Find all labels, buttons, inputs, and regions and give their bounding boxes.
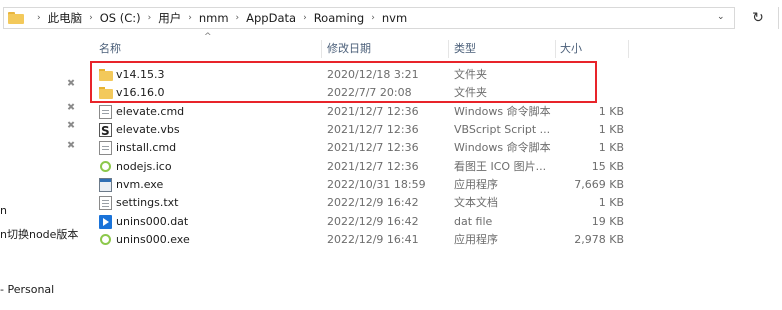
file-type: 应用程序 bbox=[454, 233, 498, 246]
column-divider[interactable] bbox=[321, 40, 322, 58]
file-row[interactable]: nvm.exe 2022/10/31 18:59 应用程序 7,669 KB bbox=[96, 176, 626, 194]
chevron-right-icon[interactable]: › bbox=[236, 13, 240, 23]
breadcrumb-item[interactable]: AppData bbox=[246, 11, 296, 25]
vbs-script-icon: S bbox=[99, 123, 112, 138]
nav-item[interactable]: - Personal bbox=[0, 283, 54, 296]
file-name: unins000.dat bbox=[116, 215, 189, 228]
column-divider[interactable] bbox=[448, 40, 449, 58]
column-divider[interactable] bbox=[628, 40, 629, 58]
file-size: 1 KB bbox=[598, 123, 624, 136]
breadcrumb: › 此电脑 › OS (C:) › 用户 › nmm › AppData › R… bbox=[30, 10, 407, 26]
file-row[interactable]: elevate.cmd 2021/12/7 12:36 Windows 命令脚本… bbox=[96, 103, 626, 121]
address-bar[interactable]: › 此电脑 › OS (C:) › 用户 › nmm › AppData › R… bbox=[3, 7, 735, 29]
chevron-right-icon[interactable]: › bbox=[37, 13, 41, 23]
file-date: 2022/12/9 16:42 bbox=[327, 215, 419, 228]
file-row[interactable]: install.cmd 2021/12/7 12:36 Windows 命令脚本… bbox=[96, 139, 626, 157]
chevron-right-icon[interactable]: › bbox=[89, 13, 93, 23]
file-type: 看图王 ICO 图片... bbox=[454, 160, 547, 173]
column-header-date[interactable]: 修改日期 bbox=[327, 38, 371, 60]
file-name: nodejs.ico bbox=[116, 160, 172, 173]
refresh-icon[interactable]: ↻ bbox=[748, 8, 768, 28]
file-date: 2021/12/7 12:36 bbox=[327, 105, 419, 118]
breadcrumb-item[interactable]: Roaming bbox=[314, 11, 365, 25]
file-size: 15 KB bbox=[591, 160, 624, 173]
file-name: elevate.vbs bbox=[116, 123, 180, 136]
breadcrumb-item[interactable]: nvm bbox=[382, 11, 407, 25]
file-size: 19 KB bbox=[591, 215, 624, 228]
nav-item[interactable]: n bbox=[0, 204, 7, 217]
file-type: Windows 命令脚本 bbox=[454, 105, 551, 118]
nodejs-icon bbox=[100, 234, 111, 245]
file-row[interactable]: unins000.dat 2022/12/9 16:42 dat file 19… bbox=[96, 213, 626, 231]
file-row[interactable]: nodejs.ico 2021/12/7 12:36 看图王 ICO 图片...… bbox=[96, 158, 626, 176]
file-size: 1 KB bbox=[598, 105, 624, 118]
file-size: 1 KB bbox=[598, 141, 624, 154]
file-name: nvm.exe bbox=[116, 178, 164, 191]
breadcrumb-item[interactable]: 此电脑 bbox=[48, 10, 83, 26]
file-type: Windows 命令脚本 bbox=[454, 141, 551, 154]
cmd-file-icon bbox=[99, 141, 112, 155]
nodejs-icon bbox=[100, 161, 111, 172]
file-name: settings.txt bbox=[116, 196, 179, 209]
file-size: 1 KB bbox=[598, 196, 624, 209]
nav-item[interactable]: n切换node版本 bbox=[0, 226, 78, 242]
file-date: 2022/12/9 16:42 bbox=[327, 196, 419, 209]
chevron-right-icon[interactable]: › bbox=[148, 13, 152, 23]
column-divider[interactable] bbox=[555, 40, 556, 58]
file-size: 7,669 KB bbox=[574, 178, 624, 191]
breadcrumb-item[interactable]: 用户 bbox=[158, 10, 181, 26]
chevron-right-icon[interactable]: › bbox=[371, 13, 375, 23]
folder-icon bbox=[8, 12, 24, 24]
pin-icon[interactable]: ✚ bbox=[63, 77, 77, 91]
file-row[interactable]: settings.txt 2022/12/9 16:42 文本文档 1 KB bbox=[96, 194, 626, 212]
file-date: 2021/12/7 12:36 bbox=[327, 160, 419, 173]
file-date: 2022/12/9 16:41 bbox=[327, 233, 419, 246]
file-date: 2021/12/7 12:36 bbox=[327, 123, 419, 136]
breadcrumb-item[interactable]: OS (C:) bbox=[100, 11, 141, 25]
cmd-file-icon bbox=[99, 105, 112, 119]
text-file-icon bbox=[99, 196, 112, 210]
sort-ascending-icon: ^ bbox=[204, 32, 212, 42]
column-header-name[interactable]: 名称 bbox=[99, 38, 121, 60]
dat-file-icon bbox=[99, 215, 112, 229]
file-name: unins000.exe bbox=[116, 233, 190, 246]
search-box-edge[interactable] bbox=[778, 7, 782, 29]
chevron-right-icon[interactable]: › bbox=[188, 13, 192, 23]
file-type: 应用程序 bbox=[454, 178, 498, 191]
file-type: VBScript Script ... bbox=[454, 123, 551, 136]
highlight-annotation bbox=[90, 61, 597, 103]
file-row[interactable]: unins000.exe 2022/12/9 16:41 应用程序 2,978 … bbox=[96, 231, 626, 249]
breadcrumb-item[interactable]: nmm bbox=[199, 11, 229, 25]
file-date: 2022/10/31 18:59 bbox=[327, 178, 426, 191]
pin-icon[interactable]: ✚ bbox=[63, 139, 77, 153]
pin-icon[interactable]: ✚ bbox=[63, 119, 77, 133]
column-header-type[interactable]: 类型 bbox=[454, 38, 476, 60]
exe-icon bbox=[99, 178, 112, 192]
column-header-size[interactable]: 大小 bbox=[560, 38, 582, 60]
chevron-right-icon[interactable]: › bbox=[303, 13, 307, 23]
pin-icon[interactable]: ✚ bbox=[63, 101, 77, 115]
file-date: 2021/12/7 12:36 bbox=[327, 141, 419, 154]
file-row[interactable]: S elevate.vbs 2021/12/7 12:36 VBScript S… bbox=[96, 121, 626, 139]
file-size: 2,978 KB bbox=[574, 233, 624, 246]
address-bar-row: › 此电脑 › OS (C:) › 用户 › nmm › AppData › R… bbox=[0, 0, 782, 36]
file-name: elevate.cmd bbox=[116, 105, 185, 118]
file-name: install.cmd bbox=[116, 141, 177, 154]
file-type: 文本文档 bbox=[454, 196, 498, 209]
file-type: dat file bbox=[454, 215, 493, 228]
chevron-down-icon[interactable]: ⌄ bbox=[717, 12, 725, 22]
